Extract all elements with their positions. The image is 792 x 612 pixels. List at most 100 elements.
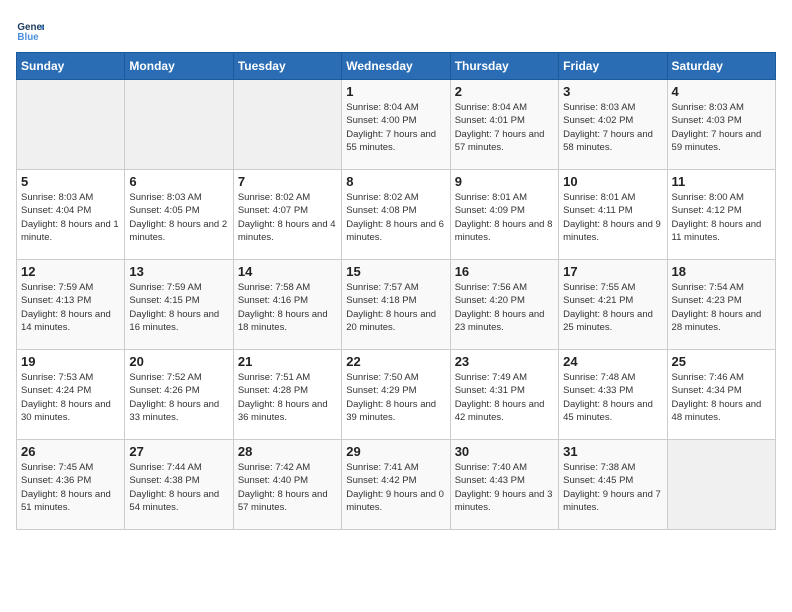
calendar-week-row: 26 Sunrise: 7:45 AMSunset: 4:36 PMDayligh…	[17, 440, 776, 530]
calendar-cell: 1Sunrise: 8:04 AMSunset: 4:00 PMDaylight…	[342, 80, 450, 170]
calendar-cell: 15 Sunrise: 7:57 AMSunset: 4:18 PMDayligh…	[342, 260, 450, 350]
calendar-header-row: SundayMondayTuesdayWednesdayThursdayFrid…	[17, 53, 776, 80]
calendar-week-row: 1Sunrise: 8:04 AMSunset: 4:00 PMDaylight…	[17, 80, 776, 170]
calendar-week-row: 12 Sunrise: 7:59 AMSunset: 4:13 PMDayligh…	[17, 260, 776, 350]
calendar-cell: 14Sunrise: 7:58 AMSunset: 4:16 PMDayligh…	[233, 260, 341, 350]
day-info: Sunrise: 8:02 AMSunset: 4:08 PMDaylight:…	[346, 191, 445, 244]
day-number: 7	[238, 174, 337, 189]
day-info: Sunrise: 7:44 AMSunset: 4:38 PMDaylight:…	[129, 461, 228, 514]
calendar-cell: 5 Sunrise: 8:03 AMSunset: 4:04 PMDaylight…	[17, 170, 125, 260]
day-number: 31	[563, 444, 662, 459]
day-info: Sunrise: 8:01 AMSunset: 4:11 PMDaylight:…	[563, 191, 662, 244]
calendar-cell: 6 Sunrise: 8:03 AMSunset: 4:05 PMDaylight…	[125, 170, 233, 260]
calendar-cell: 30 Sunrise: 7:40 AMSunset: 4:43 PMDayligh…	[450, 440, 558, 530]
calendar-cell	[17, 80, 125, 170]
day-info: Sunrise: 7:54 AMSunset: 4:23 PMDaylight:…	[672, 281, 771, 334]
logo: General Blue	[16, 16, 48, 44]
day-number: 11	[672, 174, 771, 189]
day-info: Sunrise: 7:53 AMSunset: 4:24 PMDaylight:…	[21, 371, 120, 424]
day-number: 15	[346, 264, 445, 279]
day-number: 12	[21, 264, 120, 279]
day-number: 25	[672, 354, 771, 369]
day-info: Sunrise: 7:38 AMSunset: 4:45 PMDaylight:…	[563, 461, 662, 514]
day-number: 17	[563, 264, 662, 279]
calendar-cell: 31 Sunrise: 7:38 AMSunset: 4:45 PMDayligh…	[559, 440, 667, 530]
day-info: Sunrise: 7:40 AMSunset: 4:43 PMDaylight:…	[455, 461, 554, 514]
day-info: Sunrise: 7:50 AMSunset: 4:29 PMDaylight:…	[346, 371, 445, 424]
day-number: 10	[563, 174, 662, 189]
day-header-sunday: Sunday	[17, 53, 125, 80]
day-info: Sunrise: 8:03 AMSunset: 4:02 PMDaylight:…	[563, 101, 662, 154]
day-number: 23	[455, 354, 554, 369]
day-info: Sunrise: 7:59 AMSunset: 4:13 PMDaylight:…	[21, 281, 120, 334]
day-info: Sunrise: 7:42 AMSunset: 4:40 PMDaylight:…	[238, 461, 337, 514]
day-info: Sunrise: 7:48 AMSunset: 4:33 PMDaylight:…	[563, 371, 662, 424]
calendar-cell: 24 Sunrise: 7:48 AMSunset: 4:33 PMDayligh…	[559, 350, 667, 440]
calendar-cell: 4 Sunrise: 8:03 AMSunset: 4:03 PMDaylight…	[667, 80, 775, 170]
calendar-cell	[125, 80, 233, 170]
day-number: 30	[455, 444, 554, 459]
calendar-week-row: 19 Sunrise: 7:53 AMSunset: 4:24 PMDayligh…	[17, 350, 776, 440]
page-header: General Blue	[16, 16, 776, 44]
calendar-cell: 9 Sunrise: 8:01 AMSunset: 4:09 PMDaylight…	[450, 170, 558, 260]
day-info: Sunrise: 8:03 AMSunset: 4:05 PMDaylight:…	[129, 191, 228, 244]
day-header-monday: Monday	[125, 53, 233, 80]
day-info: Sunrise: 8:00 AMSunset: 4:12 PMDaylight:…	[672, 191, 771, 244]
day-number: 13	[129, 264, 228, 279]
day-number: 26	[21, 444, 120, 459]
day-number: 16	[455, 264, 554, 279]
day-number: 22	[346, 354, 445, 369]
calendar-cell: 11 Sunrise: 8:00 AMSunset: 4:12 PMDayligh…	[667, 170, 775, 260]
day-info: Sunrise: 7:55 AMSunset: 4:21 PMDaylight:…	[563, 281, 662, 334]
day-number: 24	[563, 354, 662, 369]
calendar-cell: 26 Sunrise: 7:45 AMSunset: 4:36 PMDayligh…	[17, 440, 125, 530]
calendar-cell: 17 Sunrise: 7:55 AMSunset: 4:21 PMDayligh…	[559, 260, 667, 350]
day-number: 27	[129, 444, 228, 459]
day-header-friday: Friday	[559, 53, 667, 80]
calendar-cell: 28 Sunrise: 7:42 AMSunset: 4:40 PMDayligh…	[233, 440, 341, 530]
calendar-cell: 19 Sunrise: 7:53 AMSunset: 4:24 PMDayligh…	[17, 350, 125, 440]
calendar-cell: 18Sunrise: 7:54 AMSunset: 4:23 PMDayligh…	[667, 260, 775, 350]
day-info: Sunrise: 8:01 AMSunset: 4:09 PMDaylight:…	[455, 191, 554, 244]
calendar-cell: 20Sunrise: 7:52 AMSunset: 4:26 PMDayligh…	[125, 350, 233, 440]
day-header-saturday: Saturday	[667, 53, 775, 80]
day-info: Sunrise: 7:52 AMSunset: 4:26 PMDaylight:…	[129, 371, 228, 424]
logo-icon: General Blue	[16, 16, 44, 44]
calendar-cell: 16 Sunrise: 7:56 AMSunset: 4:20 PMDayligh…	[450, 260, 558, 350]
calendar-week-row: 5 Sunrise: 8:03 AMSunset: 4:04 PMDaylight…	[17, 170, 776, 260]
day-number: 9	[455, 174, 554, 189]
day-number: 6	[129, 174, 228, 189]
calendar-cell	[233, 80, 341, 170]
day-info: Sunrise: 7:51 AMSunset: 4:28 PMDaylight:…	[238, 371, 337, 424]
day-info: Sunrise: 8:03 AMSunset: 4:03 PMDaylight:…	[672, 101, 771, 154]
day-number: 5	[21, 174, 120, 189]
calendar-cell: 23 Sunrise: 7:49 AMSunset: 4:31 PMDayligh…	[450, 350, 558, 440]
day-info: Sunrise: 7:59 AMSunset: 4:15 PMDaylight:…	[129, 281, 228, 334]
day-info: Sunrise: 7:49 AMSunset: 4:31 PMDaylight:…	[455, 371, 554, 424]
day-info: Sunrise: 7:57 AMSunset: 4:18 PMDaylight:…	[346, 281, 445, 334]
day-number: 28	[238, 444, 337, 459]
calendar-cell: 2Sunrise: 8:04 AMSunset: 4:01 PMDaylight…	[450, 80, 558, 170]
day-info: Sunrise: 7:41 AMSunset: 4:42 PMDaylight:…	[346, 461, 445, 514]
calendar-cell: 7 Sunrise: 8:02 AMSunset: 4:07 PMDaylight…	[233, 170, 341, 260]
day-number: 19	[21, 354, 120, 369]
calendar-cell: 29 Sunrise: 7:41 AMSunset: 4:42 PMDayligh…	[342, 440, 450, 530]
day-info: Sunrise: 8:02 AMSunset: 4:07 PMDaylight:…	[238, 191, 337, 244]
calendar-cell: 12 Sunrise: 7:59 AMSunset: 4:13 PMDayligh…	[17, 260, 125, 350]
calendar-cell: 13 Sunrise: 7:59 AMSunset: 4:15 PMDayligh…	[125, 260, 233, 350]
day-number: 4	[672, 84, 771, 99]
calendar-cell: 21 Sunrise: 7:51 AMSunset: 4:28 PMDayligh…	[233, 350, 341, 440]
calendar-cell: 10 Sunrise: 8:01 AMSunset: 4:11 PMDayligh…	[559, 170, 667, 260]
calendar-cell: 25 Sunrise: 7:46 AMSunset: 4:34 PMDayligh…	[667, 350, 775, 440]
day-info: Sunrise: 7:56 AMSunset: 4:20 PMDaylight:…	[455, 281, 554, 334]
day-number: 21	[238, 354, 337, 369]
day-info: Sunrise: 8:03 AMSunset: 4:04 PMDaylight:…	[21, 191, 120, 244]
day-header-tuesday: Tuesday	[233, 53, 341, 80]
day-info: Sunrise: 7:45 AMSunset: 4:36 PMDaylight:…	[21, 461, 120, 514]
day-number: 1	[346, 84, 445, 99]
day-info: Sunrise: 8:04 AMSunset: 4:01 PMDaylight:…	[455, 101, 554, 154]
day-number: 8	[346, 174, 445, 189]
day-header-thursday: Thursday	[450, 53, 558, 80]
day-number: 29	[346, 444, 445, 459]
day-info: Sunrise: 7:46 AMSunset: 4:34 PMDaylight:…	[672, 371, 771, 424]
